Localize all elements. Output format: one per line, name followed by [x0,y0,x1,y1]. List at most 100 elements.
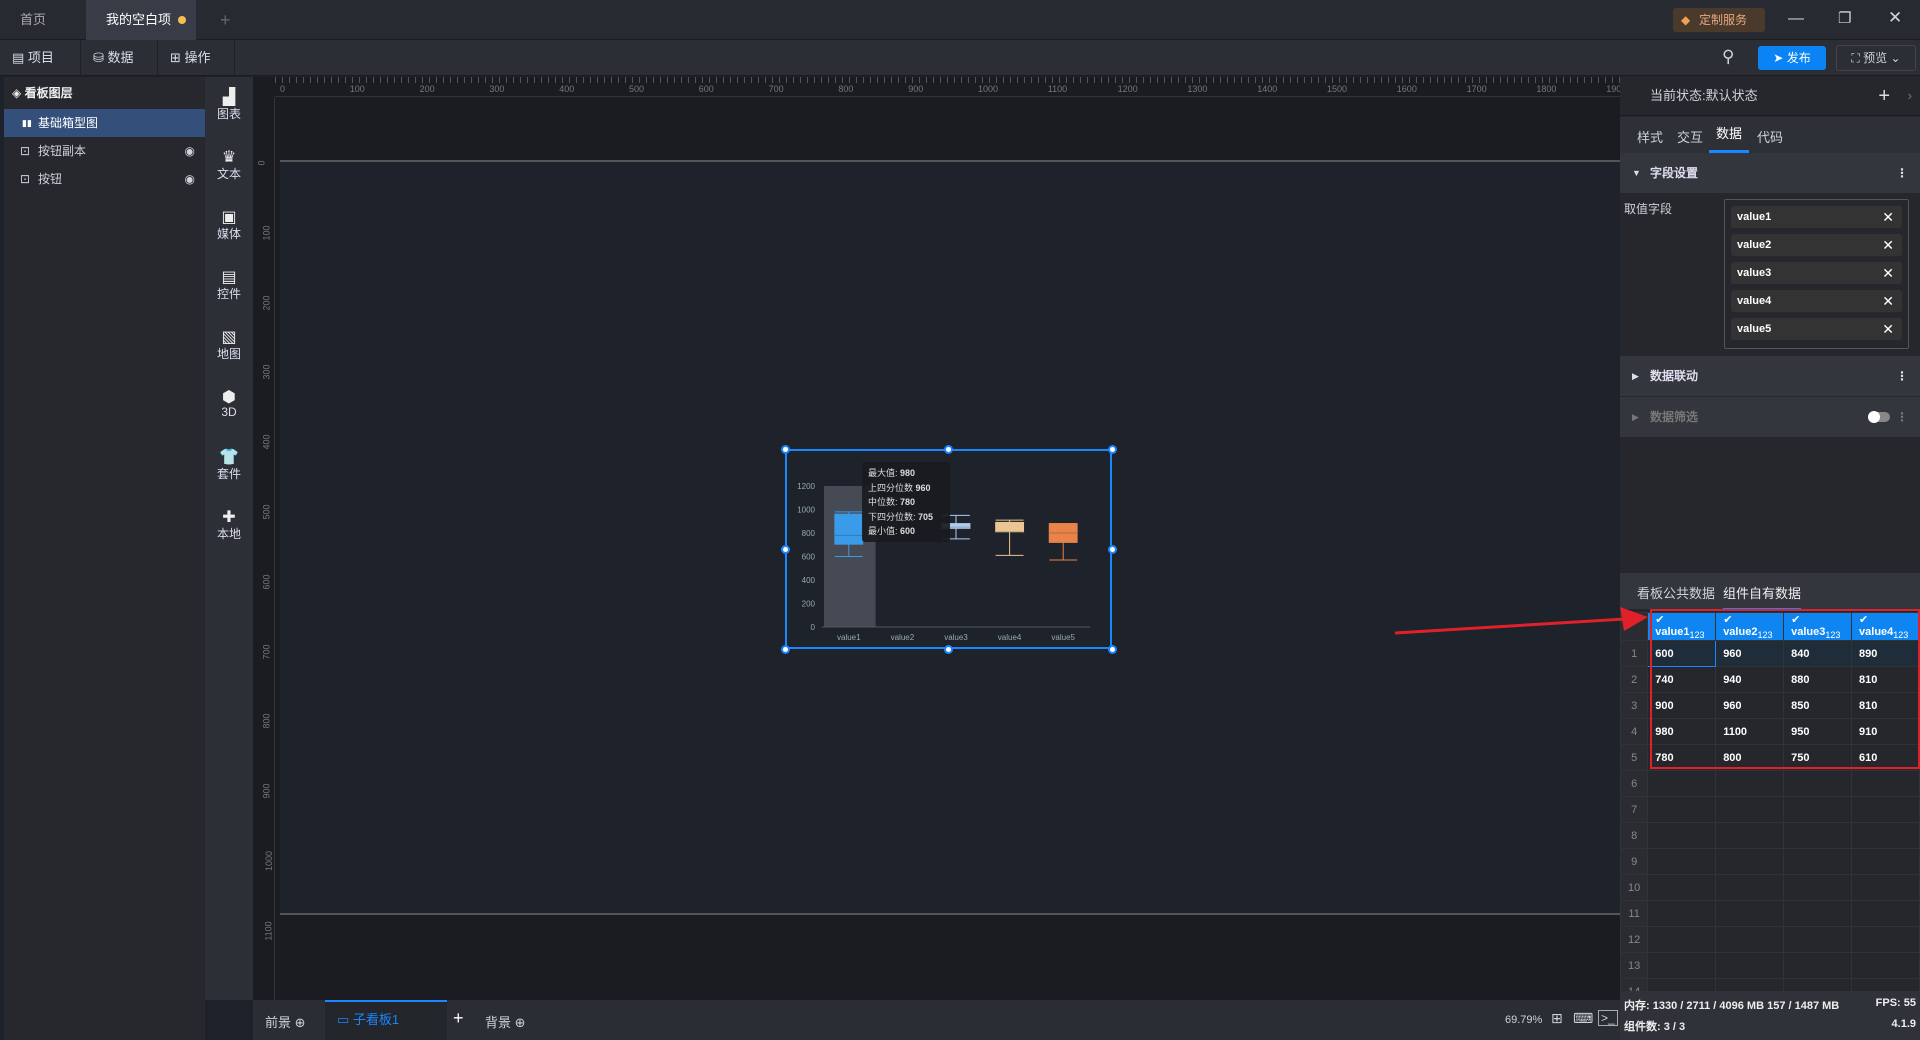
table-cell[interactable] [1647,822,1717,850]
tool-media[interactable]: ▣ 媒体 [205,197,253,257]
table-cell[interactable] [1783,796,1853,824]
table-cell[interactable] [1783,770,1853,798]
keyboard-icon[interactable]: ⌨ [1573,1010,1593,1027]
table-cell[interactable] [1715,900,1785,928]
layer-boxplot[interactable]: ▮▮ 基础箱型图 [4,109,205,137]
more-icon[interactable]: ⋮ [1896,397,1908,437]
table-cell[interactable] [1851,900,1920,928]
table-cell[interactable] [1647,770,1717,798]
tool-text[interactable]: ♛ 文本 [205,137,253,197]
minimize-button[interactable]: — [1788,10,1804,28]
remove-field-icon[interactable]: ✕ [1882,206,1894,228]
table-cell[interactable] [1715,848,1785,876]
add-tab-button[interactable]: + [200,0,251,40]
field-settings-header[interactable]: ▼ 字段设置 ⋮ [1620,153,1920,193]
table-cell[interactable] [1851,978,1920,992]
tab-interaction[interactable]: 交互 [1677,127,1703,146]
hidden-eye-icon[interactable]: ◉ [185,137,195,165]
tool-chart[interactable]: ▟ 图表 [205,77,253,137]
tool-kit[interactable]: 👕 套件 [205,437,253,497]
table-cell[interactable] [1715,926,1785,954]
table-cell[interactable] [1647,900,1717,928]
foreground-tab[interactable]: 前景 ⊕ [265,1012,306,1031]
table-cell[interactable] [1647,926,1717,954]
resize-handle[interactable] [781,545,790,554]
tool-local[interactable]: ✚ 本地 [205,497,253,557]
more-icon[interactable]: ⋮ [1896,153,1908,193]
tab-home[interactable]: 首页 [0,0,86,40]
table-cell[interactable] [1647,978,1717,992]
menu-project[interactable]: ▤ 项目 ⌄ [0,40,81,101]
remove-field-icon[interactable]: ✕ [1882,234,1894,256]
background-tab[interactable]: 背景 ⊕ [485,1012,526,1031]
table-cell[interactable] [1715,796,1785,824]
tab-style[interactable]: 样式 [1637,127,1663,146]
table-cell[interactable] [1783,952,1853,980]
resize-handle[interactable] [781,645,790,654]
table-cell[interactable] [1647,796,1717,824]
table-cell[interactable] [1715,822,1785,850]
publish-button[interactable]: ➤ 发布 [1758,46,1826,70]
tool-3d[interactable]: ⬢ 3D [205,377,253,437]
fit-icon[interactable]: ⊞ [1551,1010,1563,1027]
remove-field-icon[interactable]: ✕ [1882,318,1894,340]
tab-own-data[interactable]: 组件自有数据 [1723,583,1802,610]
table-cell[interactable] [1783,978,1853,992]
field-chip[interactable]: value3 ✕ [1731,262,1902,284]
table-cell[interactable] [1783,874,1853,902]
search-icon[interactable]: ⚲ [1722,47,1734,67]
menu-operation[interactable]: ⊞ 操作 ⌄ [158,40,235,101]
data-linkage-header[interactable]: ▶ 数据联动 ⋮ [1620,356,1920,396]
tool-map[interactable]: ▧ 地图 [205,317,253,377]
table-cell[interactable] [1851,952,1920,980]
tab-code[interactable]: 代码 [1757,127,1783,146]
add-state-button[interactable]: + [1878,76,1890,116]
tab-project[interactable]: 我的空白项目 [86,0,196,67]
close-button[interactable]: ✕ [1888,8,1902,28]
preview-button[interactable]: ⛶ 预览 ⌄ [1836,45,1916,71]
table-cell[interactable] [1851,770,1920,798]
table-cell[interactable] [1715,978,1785,992]
resize-handle[interactable] [944,445,953,454]
board-tab-active[interactable]: ▭ 子看板1 [325,1000,447,1040]
filter-toggle[interactable] [1868,411,1890,423]
field-chip[interactable]: value5 ✕ [1731,318,1902,340]
table-cell[interactable] [1783,822,1853,850]
terminal-icon[interactable]: >_ [1598,1010,1618,1026]
field-chip[interactable]: value4 ✕ [1731,290,1902,312]
table-cell[interactable] [1851,926,1920,954]
tab-data[interactable]: 数据 [1709,117,1749,153]
table-cell[interactable] [1783,900,1853,928]
resize-handle[interactable] [944,645,953,654]
remove-field-icon[interactable]: ✕ [1882,290,1894,312]
resize-handle[interactable] [1108,645,1117,654]
table-cell[interactable] [1715,874,1785,902]
resize-handle[interactable] [1108,545,1117,554]
field-chip[interactable]: value1 ✕ [1731,206,1902,228]
value-field-select[interactable]: value1 ✕ value2 ✕ value3 ✕ value4 ✕ value5 ✕ [1724,199,1909,349]
tab-public-data[interactable]: 看板公共数据 [1637,583,1715,602]
chevron-right-icon[interactable]: › [1908,76,1912,116]
custom-service-button[interactable]: ◆ 定制服务 [1673,8,1765,32]
tool-widget[interactable]: ▤ 控件 [205,257,253,317]
table-cell[interactable] [1783,848,1853,876]
boxplot-component[interactable]: 0 200 400 600 800 1000 1200 value1 value2 value3 v… [785,449,1112,649]
state-value[interactable]: 默认状态 [1706,88,1758,103]
table-cell[interactable] [1647,952,1717,980]
table-cell[interactable] [1647,848,1717,876]
data-filter-header[interactable]: ▶ 数据筛选 ⋮ [1620,397,1920,437]
restore-button[interactable]: ❐ [1838,9,1851,27]
table-cell[interactable] [1715,770,1785,798]
resize-handle[interactable] [1108,445,1117,454]
menu-data[interactable]: ⛁ 数据 ⌄ [81,40,158,101]
zoom-level[interactable]: 69.79% [1505,1014,1542,1026]
table-cell[interactable] [1851,874,1920,902]
field-chip[interactable]: value2 ✕ [1731,234,1902,256]
layer-button[interactable]: ⊡ 按钮 ◉ [4,165,205,193]
remove-field-icon[interactable]: ✕ [1882,262,1894,284]
more-icon[interactable]: ⋮ [1896,356,1908,396]
table-cell[interactable] [1715,952,1785,980]
table-cell[interactable] [1851,822,1920,850]
add-board-button[interactable]: + [453,1008,464,1029]
layer-button-copy[interactable]: ⊡ 按钮副本 ◉ [4,137,205,165]
